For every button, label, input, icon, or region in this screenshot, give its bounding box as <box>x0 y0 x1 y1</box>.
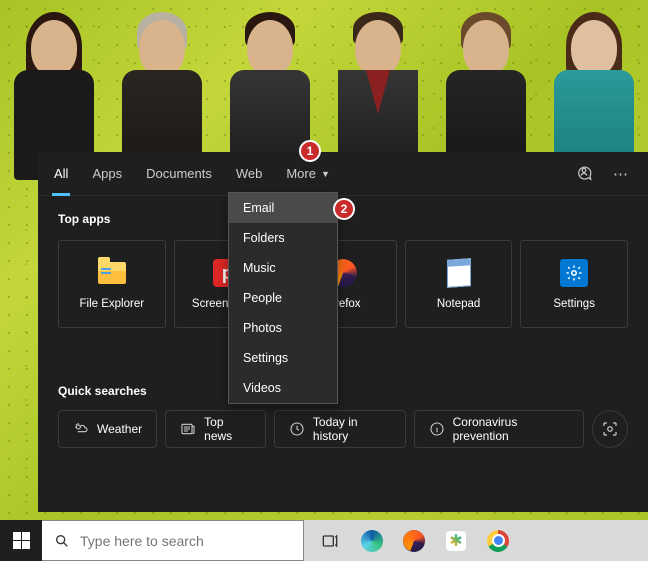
more-item-music[interactable]: Music <box>229 253 337 283</box>
taskbar-app-edge[interactable] <box>352 520 392 561</box>
quick-label: Weather <box>97 422 142 436</box>
tab-all[interactable]: All <box>42 152 80 196</box>
task-view-button[interactable] <box>310 520 350 561</box>
history-icon <box>289 421 305 437</box>
taskbar <box>0 520 648 561</box>
more-item-people[interactable]: People <box>229 283 337 313</box>
taskbar-app-chrome[interactable] <box>478 520 518 561</box>
app-tile-file-explorer[interactable]: File Explorer <box>58 240 166 328</box>
top-apps-grid: File Explorer p Screenpresso Firefox Not… <box>58 240 628 328</box>
file-explorer-icon <box>97 258 127 288</box>
more-options-icon[interactable]: ⋯ <box>607 159 634 189</box>
slack-icon <box>446 531 466 551</box>
quick-searches-row: Weather Top news Today in history Corona… <box>58 410 628 448</box>
more-item-email[interactable]: Email <box>229 193 337 223</box>
more-dropdown-menu: Email Folders Music People Photos Settin… <box>228 192 338 404</box>
news-icon <box>180 421 196 437</box>
quick-label: Coronavirus prevention <box>453 415 569 443</box>
annotation-callout-1: 1 <box>299 140 321 162</box>
settings-icon <box>559 258 589 288</box>
edge-icon <box>361 530 383 552</box>
search-input[interactable] <box>80 533 303 549</box>
info-icon <box>429 421 445 437</box>
weather-icon <box>73 421 89 437</box>
taskbar-icons <box>304 520 518 561</box>
search-icon <box>42 533 80 549</box>
quick-top-news[interactable]: Top news <box>165 410 266 448</box>
quick-today-history[interactable]: Today in history <box>274 410 406 448</box>
taskbar-app-slack[interactable] <box>436 520 476 561</box>
app-label: Notepad <box>437 298 480 310</box>
search-tabs: All Apps Documents Web More ▼ ⋯ Email Fo… <box>38 152 648 196</box>
quick-weather[interactable]: Weather <box>58 410 157 448</box>
chrome-icon <box>487 530 509 552</box>
notepad-icon <box>444 258 474 288</box>
quick-searches-title: Quick searches <box>58 384 628 398</box>
more-item-settings[interactable]: Settings <box>229 343 337 373</box>
quick-label: Today in history <box>313 415 391 443</box>
taskbar-app-firefox[interactable] <box>394 520 434 561</box>
tab-web[interactable]: Web <box>224 152 275 196</box>
taskbar-search-box[interactable] <box>42 520 304 561</box>
quick-label: Top news <box>204 415 251 443</box>
annotation-callout-2: 2 <box>333 198 355 220</box>
app-label: File Explorer <box>80 298 145 310</box>
windows-logo-icon <box>13 532 30 549</box>
start-button[interactable] <box>0 520 42 561</box>
more-item-folders[interactable]: Folders <box>229 223 337 253</box>
quick-coronavirus[interactable]: Coronavirus prevention <box>414 410 584 448</box>
tab-more-label: More <box>286 166 316 181</box>
tab-apps[interactable]: Apps <box>80 152 134 196</box>
app-tile-notepad[interactable]: Notepad <box>405 240 513 328</box>
app-tile-settings[interactable]: Settings <box>520 240 628 328</box>
feedback-icon[interactable] <box>569 159 599 189</box>
screenshot-button[interactable] <box>592 410 628 448</box>
tab-documents[interactable]: Documents <box>134 152 224 196</box>
firefox-icon <box>403 530 425 552</box>
more-item-videos[interactable]: Videos <box>229 373 337 403</box>
chevron-down-icon: ▼ <box>321 169 330 179</box>
more-item-photos[interactable]: Photos <box>229 313 337 343</box>
app-label: Settings <box>553 298 595 310</box>
